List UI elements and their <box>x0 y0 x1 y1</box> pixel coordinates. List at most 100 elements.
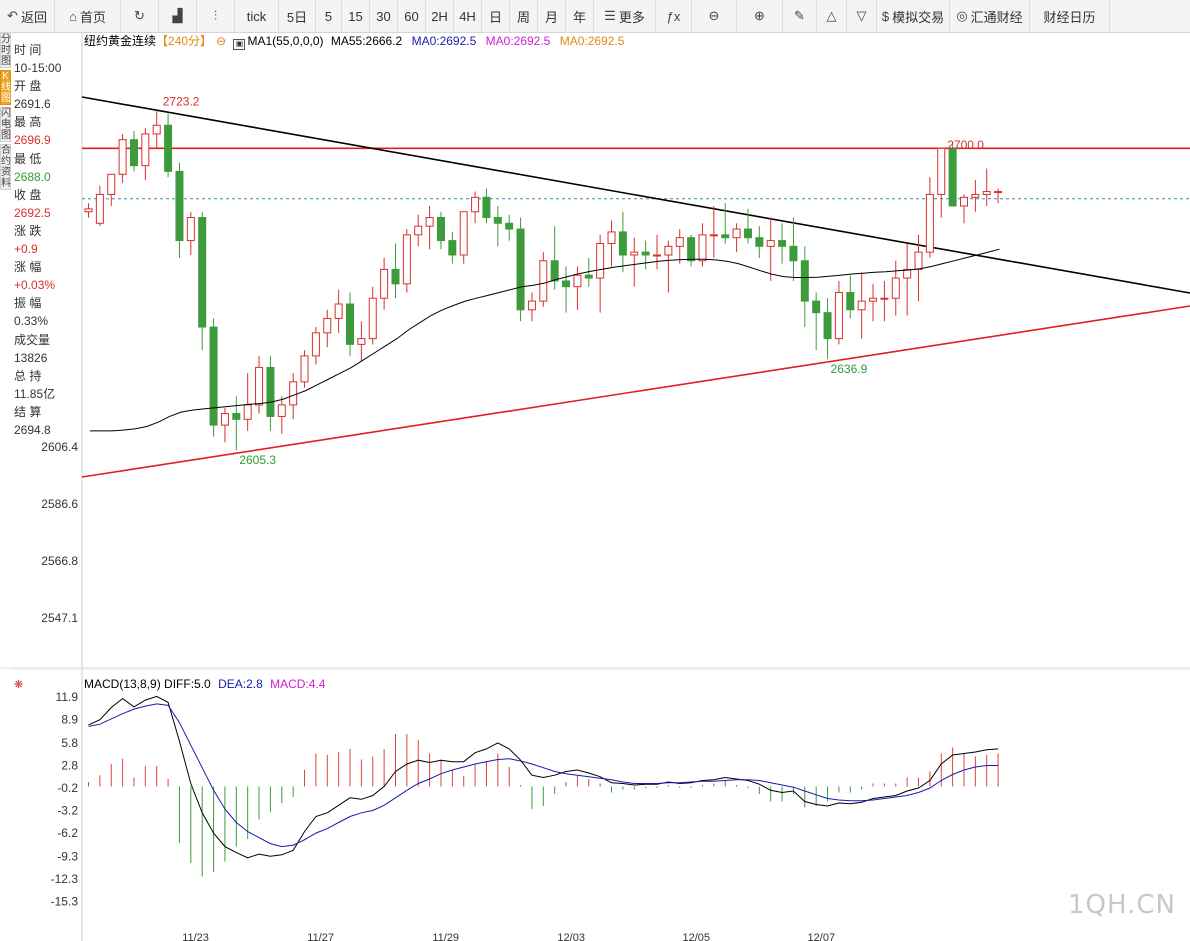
candle-body-up <box>573 274 582 288</box>
date-label: 12/07 <box>808 932 836 941</box>
candle-body-down <box>584 274 593 279</box>
candle-body-down <box>789 245 798 262</box>
candle-body-down <box>755 237 764 247</box>
date-label: 12/03 <box>557 932 585 941</box>
candle-body-down <box>641 251 650 256</box>
candle-body-up <box>311 332 320 357</box>
candle-body-up <box>664 245 673 256</box>
candle-body-up <box>300 355 309 383</box>
candle-body-up <box>982 191 991 195</box>
candle-body-up <box>653 254 661 257</box>
candle-body-down <box>618 231 627 256</box>
candle-body-up <box>323 317 332 334</box>
price-tick-label: 2547.1 <box>41 611 78 625</box>
candle-body-down <box>743 228 752 239</box>
candle-body-up <box>630 251 639 256</box>
candle-body-up <box>380 268 389 299</box>
candle-body-up <box>994 191 1003 194</box>
price-annotation: 2605.3 <box>239 453 276 467</box>
candle-body-up <box>925 193 934 253</box>
price-annotation: 2636.9 <box>831 362 868 376</box>
candle-body-up <box>459 211 468 256</box>
candle-body-up <box>527 300 536 311</box>
candle-body-up <box>596 242 605 279</box>
macd-tick-label: -0.2 <box>57 781 78 795</box>
price-tick-label: 2566.8 <box>41 554 78 568</box>
macd-tick-label: -3.2 <box>57 804 78 818</box>
candle-body-down <box>846 291 855 311</box>
macd-tick-label: -6.2 <box>57 826 78 840</box>
candle-body-down <box>391 268 400 285</box>
candle-body-up <box>402 234 411 285</box>
candle-body-up <box>118 139 127 175</box>
candle-body-down <box>482 196 491 219</box>
candle-body-up <box>869 297 878 302</box>
date-label: 11/29 <box>432 932 459 941</box>
date-label: 12/05 <box>682 932 710 941</box>
candle-body-up <box>243 404 252 420</box>
candle-body-up <box>141 133 150 167</box>
kline-chart[interactable]: 2606.4 2586.6 2566.8 2547.1 11.9 8.9 5.8 2.8 -0.… <box>0 0 1190 941</box>
candle-body-up <box>357 338 366 345</box>
candle-body-up <box>334 303 343 319</box>
candle-body-down <box>232 413 241 420</box>
candle-body-up <box>834 291 843 340</box>
descending-trendline <box>81 96 1190 294</box>
candle-body-up <box>914 251 923 270</box>
candle-body-down <box>800 260 809 302</box>
candle-body-up <box>732 228 741 239</box>
candle-body-up <box>709 234 718 237</box>
candle-body-up <box>84 208 93 213</box>
macd-tick-label: 8.9 <box>61 713 78 727</box>
candle-body-up <box>289 381 298 406</box>
macd-tick-label: 5.8 <box>61 736 78 750</box>
candle-body-down <box>209 326 218 426</box>
candle-body-down <box>778 240 787 247</box>
candle-body-up <box>425 217 434 227</box>
candle-body-up <box>675 237 684 247</box>
candle-body-up <box>607 231 616 244</box>
price-annotation: 2723.2 <box>163 94 200 108</box>
candle-body-up <box>152 124 161 135</box>
candle-body-up <box>186 217 195 242</box>
candle-body-down <box>266 366 275 417</box>
macd-tick-label: 2.8 <box>61 758 78 772</box>
candle-body-down <box>687 237 696 262</box>
candle-body-down <box>516 228 525 311</box>
candle-body-down <box>493 217 502 224</box>
macd-tick-label: -9.3 <box>57 849 78 863</box>
candle-body-down <box>436 217 445 242</box>
candle-body-down <box>948 147 957 207</box>
candle-body-up <box>220 413 229 426</box>
macd-tick-label: 11.9 <box>56 690 79 704</box>
price-tick-label: 2606.4 <box>41 440 78 454</box>
candle-body-down <box>175 170 184 242</box>
price-annotation: 2700.0 <box>947 138 984 152</box>
candle-body-up <box>698 234 707 262</box>
candle-body-down <box>129 139 138 167</box>
candle-body-down <box>346 303 355 345</box>
price-tick-label: 2586.6 <box>41 497 78 511</box>
candle-body-up <box>959 196 968 207</box>
candle-body-up <box>368 297 377 340</box>
date-label: 11/27 <box>307 932 334 941</box>
candle-body-up <box>880 297 889 300</box>
candle-body-up <box>891 277 900 299</box>
candle-body-down <box>562 280 571 288</box>
candle-body-down <box>812 300 821 314</box>
candle-body-up <box>107 173 116 195</box>
candle-body-up <box>95 193 104 224</box>
candle-body-down <box>550 260 559 282</box>
watermark-logo: 1QH.CN <box>1068 890 1176 920</box>
candle-body-down <box>448 240 457 256</box>
candle-body-up <box>971 193 980 198</box>
macd-tick-label: -15.3 <box>51 894 79 908</box>
candle-body-down <box>721 234 730 239</box>
candle-body-down <box>505 222 514 230</box>
ascending-trendline <box>81 305 1190 478</box>
candle-body-up <box>414 225 423 236</box>
candle-body-up <box>255 366 264 406</box>
candle-body-up <box>937 147 946 195</box>
candle-body-down <box>198 217 207 328</box>
date-label: 11/23 <box>182 932 209 941</box>
